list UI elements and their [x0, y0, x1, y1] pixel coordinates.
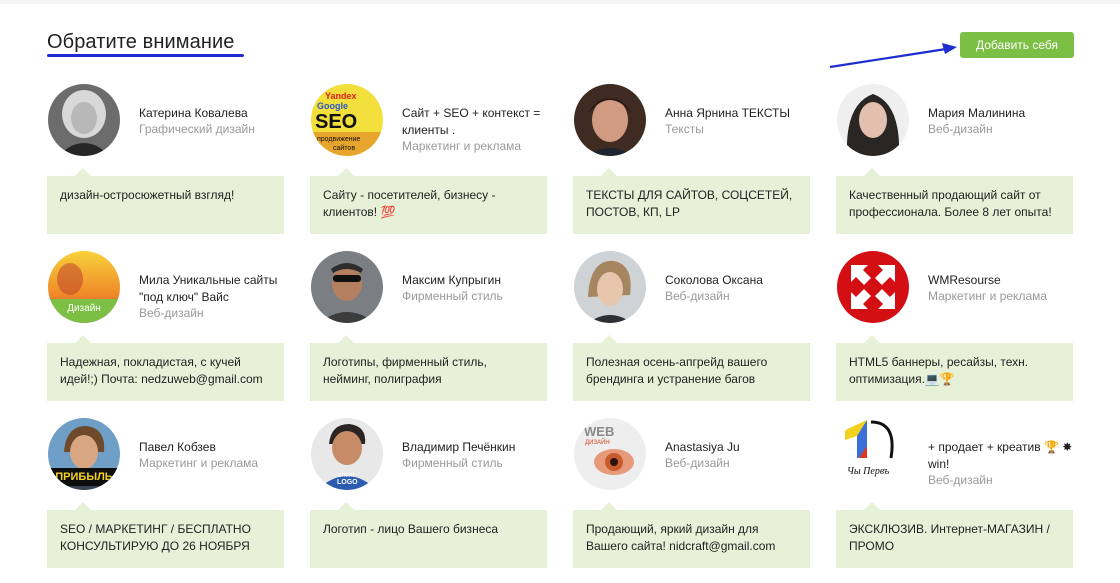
section-title: Обратите внимание	[47, 31, 235, 53]
profit-ribbon: ПРИБЫЛЬ	[48, 468, 120, 486]
profile-name[interactable]: Владимир Печёнкин	[402, 439, 547, 456]
profile-card[interactable]: Катерина Ковалева Графический дизайн диз…	[47, 84, 285, 244]
avatar[interactable]: GREAT LOGO	[311, 418, 383, 490]
profile-name[interactable]: WMResourse	[928, 272, 1073, 289]
avatar[interactable]	[311, 251, 383, 323]
profile-tagline: ТЕКСТЫ ДЛЯ САЙТОВ, СОЦСЕТЕЙ, ПОСТОВ, КП,…	[573, 168, 810, 234]
profile-card[interactable]: WMResourse Маркетинг и реклама HTML5 бан…	[836, 251, 1074, 411]
profile-tagline: Полезная осень-апгрейд вашего брендинга …	[573, 335, 810, 401]
avatar[interactable]: WEB ДИЗАЙН	[574, 418, 646, 490]
featured-grid: Катерина Ковалева Графический дизайн диз…	[47, 84, 1077, 583]
profile-tagline: SEO / МАРКЕТИНГ / БЕСПЛАТНО КОНСУЛЬТИРУЮ…	[47, 502, 284, 568]
profile-category: Веб-дизайн	[665, 289, 730, 303]
profile-tagline: HTML5 баннеры, ресайзы, техн. оптимизаци…	[836, 335, 1073, 401]
profile-tagline: Качественный продающий сайт от профессио…	[836, 168, 1073, 234]
profile-name[interactable]: Анна Ярнина ТЕКСТЫ	[665, 105, 810, 122]
avatar-text-promo: продвижение	[317, 136, 360, 143]
profile-category: Фирменный стиль	[402, 456, 503, 470]
avatar-text-design: ДИЗАЙН	[585, 438, 610, 446]
profile-card[interactable]: Анна Ярнина ТЕКСТЫ Тексты ТЕКСТЫ ДЛЯ САЙ…	[573, 84, 811, 244]
avatar[interactable]: Чы Первъ	[837, 418, 909, 490]
profile-card[interactable]: Мария Малинина Веб-дизайн Качественный п…	[836, 84, 1074, 244]
avatar[interactable]	[574, 251, 646, 323]
profile-name[interactable]: Максим Купрыгин	[402, 272, 547, 289]
profile-card[interactable]: Чы Первъ + продает + креатив 🏆 ✸ win! Ве…	[836, 418, 1074, 578]
avatar[interactable]	[574, 84, 646, 156]
profile-tagline: дизайн-остросюжетный взгляд!	[47, 168, 284, 234]
avatar-text-seo: SEO	[315, 111, 357, 133]
profile-category: Графический дизайн	[139, 122, 255, 136]
avatar-text-logo: LOGO	[337, 479, 358, 486]
profile-category: Веб-дизайн	[665, 456, 730, 470]
profile-tagline: Сайту - посетителей, бизнесу - клиентов!…	[310, 168, 547, 234]
profile-tagline: Продающий, яркий дизайн для Вашего сайта…	[573, 502, 810, 568]
profile-category: Маркетинг и реклама	[402, 139, 522, 153]
profile-name[interactable]: + продает + креатив 🏆 ✸ win!	[928, 439, 1073, 473]
profile-name[interactable]: Мария Малинина	[928, 105, 1073, 122]
profile-card[interactable]: ПРИБЫЛЬ Павел Кобзев Маркетинг и реклама…	[47, 418, 285, 578]
avatar[interactable]: Дизайн	[48, 251, 120, 323]
profile-name[interactable]: Соколова Оксана	[665, 272, 810, 289]
avatar-text-web: WEB	[584, 424, 614, 439]
profile-card[interactable]: Максим Купрыгин Фирменный стиль Логотипы…	[310, 251, 548, 411]
profile-card[interactable]: Соколова Оксана Веб-дизайн Полезная осен…	[573, 251, 811, 411]
title-underline	[47, 54, 244, 57]
profile-tagline: Надежная, покладистая, с кучей идей!;) П…	[47, 335, 284, 401]
profile-category: Тексты	[665, 122, 704, 136]
top-border	[0, 0, 1120, 4]
avatar[interactable]: Yandex Google SEO продвижение сайтов	[311, 84, 383, 156]
add-yourself-button[interactable]: Добавить себя	[960, 32, 1074, 58]
profile-category: Маркетинг и реклама	[928, 289, 1048, 303]
profile-name[interactable]: Мила Уникальные сайты "под ключ" Вайс	[139, 272, 284, 306]
profile-card[interactable]: WEB ДИЗАЙН Anastasiya Ju Веб-дизайн Прод…	[573, 418, 811, 578]
arrow-icon	[829, 43, 957, 69]
category-badge: Дизайн	[48, 299, 120, 323]
profile-name[interactable]: Anastasiya Ju	[665, 439, 810, 456]
avatar-text-first: Чы Первъ	[847, 466, 889, 477]
profile-category: Фирменный стиль	[402, 289, 503, 303]
avatar-text-google: Google	[317, 101, 348, 111]
profile-name[interactable]: Сайт + SEO + контекст = клиенты .	[402, 105, 547, 139]
profile-name[interactable]: Павел Кобзев	[139, 439, 284, 456]
avatar[interactable]	[48, 84, 120, 156]
avatar-text-sites: сайтов	[333, 144, 355, 152]
profile-tagline: ЭКСКЛЮЗИВ. Интернет-МАГАЗИН / ПРОМО	[836, 502, 1073, 568]
avatar[interactable]	[837, 251, 909, 323]
profile-card[interactable]: GREAT LOGO Владимир Печёнкин Фирменный с…	[310, 418, 548, 578]
profile-card[interactable]: Yandex Google SEO продвижение сайтов Сай…	[310, 84, 548, 244]
profile-card[interactable]: Дизайн Мила Уникальные сайты "под ключ" …	[47, 251, 285, 411]
profile-category: Веб-дизайн	[139, 306, 204, 320]
profile-name[interactable]: Катерина Ковалева	[139, 105, 284, 122]
profile-tagline: Логотипы, фирменный стиль, нейминг, поли…	[310, 335, 547, 401]
profile-category: Маркетинг и реклама	[139, 456, 259, 470]
avatar-text-yandex: Yandex	[325, 91, 357, 101]
profile-category: Веб-дизайн	[928, 473, 993, 487]
profile-tagline: Логотип - лицо Вашего бизнеса	[310, 502, 547, 568]
profile-category: Веб-дизайн	[928, 122, 993, 136]
avatar[interactable]: ПРИБЫЛЬ	[48, 418, 120, 490]
avatar[interactable]	[837, 84, 909, 156]
